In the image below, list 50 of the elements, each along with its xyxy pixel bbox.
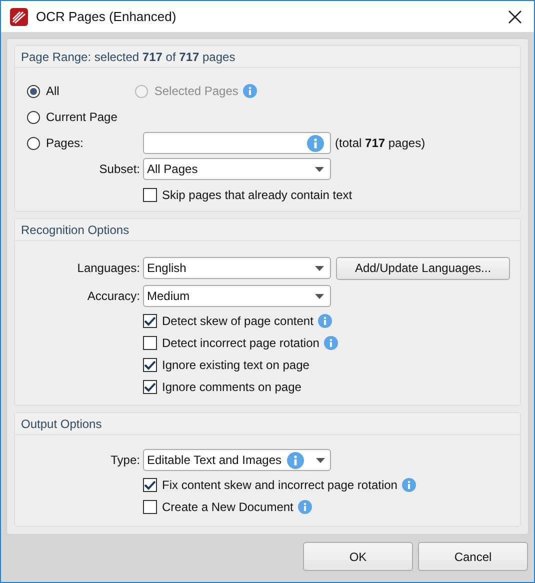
checkmark-icon bbox=[144, 382, 156, 392]
checkbox-label[interactable]: Ignore existing text on page bbox=[162, 358, 310, 372]
info-icon[interactable] bbox=[324, 336, 338, 350]
checkbox[interactable] bbox=[143, 358, 157, 372]
checkbox-label[interactable]: Ignore comments on page bbox=[162, 380, 302, 394]
ok-button[interactable]: OK bbox=[303, 542, 413, 571]
subset-dropdown[interactable]: All Pages bbox=[143, 158, 331, 180]
checkmark-icon bbox=[144, 360, 156, 370]
info-icon[interactable] bbox=[307, 134, 324, 152]
languages-dropdown[interactable]: English bbox=[143, 257, 331, 279]
type-dropdown[interactable]: Editable Text and Images bbox=[143, 449, 331, 471]
cancel-button[interactable]: Cancel bbox=[418, 542, 528, 571]
add-languages-button[interactable]: Add/Update Languages... bbox=[336, 256, 510, 280]
group-title: Recognition Options bbox=[21, 222, 130, 236]
accuracy-dropdown[interactable]: Medium bbox=[143, 285, 331, 307]
caret-icon bbox=[315, 166, 324, 172]
subset-label: Subset: bbox=[98, 162, 141, 176]
accuracy-label: Accuracy: bbox=[86, 289, 141, 303]
info-icon[interactable] bbox=[298, 500, 312, 514]
type-label: Type: bbox=[110, 453, 141, 467]
radio-option[interactable]: All bbox=[15, 84, 60, 98]
checkbox[interactable] bbox=[143, 478, 157, 492]
window-title: OCR Pages (Enhanced) bbox=[36, 9, 178, 24]
total-pages-text: (total 717 pages) bbox=[335, 136, 426, 150]
checkbox[interactable] bbox=[143, 188, 157, 202]
checkbox[interactable] bbox=[143, 380, 157, 394]
info-icon[interactable] bbox=[402, 478, 416, 492]
caret-icon bbox=[316, 458, 325, 462]
languages-label: Languages: bbox=[76, 261, 141, 275]
close-icon[interactable] bbox=[508, 10, 522, 24]
caret-icon bbox=[315, 294, 324, 298]
checkbox-label[interactable]: Fix content skew and incorrect page rotation bbox=[162, 478, 398, 492]
checkbox[interactable] bbox=[143, 500, 157, 514]
caret-icon bbox=[315, 266, 324, 270]
checkbox[interactable] bbox=[143, 314, 157, 328]
group-title: Output Options bbox=[21, 416, 102, 430]
radio-option[interactable]: Pages: bbox=[15, 136, 143, 150]
info-icon[interactable] bbox=[286, 452, 304, 468]
checkbox[interactable] bbox=[143, 336, 157, 350]
checkbox-label[interactable]: Create a New Document bbox=[162, 500, 294, 514]
radio-option[interactable]: Current Page bbox=[15, 110, 118, 124]
group-title: Page Range: selected 717 of 717 pages bbox=[21, 50, 236, 64]
checkbox-label[interactable]: Detect incorrect page rotation bbox=[162, 336, 320, 350]
app-logo-icon bbox=[10, 8, 28, 26]
checkbox-label[interactable]: Detect skew of page content bbox=[162, 314, 314, 328]
info-icon[interactable] bbox=[318, 314, 332, 328]
checkmark-icon bbox=[144, 480, 156, 490]
pages-input-field[interactable] bbox=[143, 132, 331, 154]
checkbox-label[interactable]: Skip pages that already contain text bbox=[162, 188, 352, 202]
checkmark-icon bbox=[144, 316, 156, 326]
